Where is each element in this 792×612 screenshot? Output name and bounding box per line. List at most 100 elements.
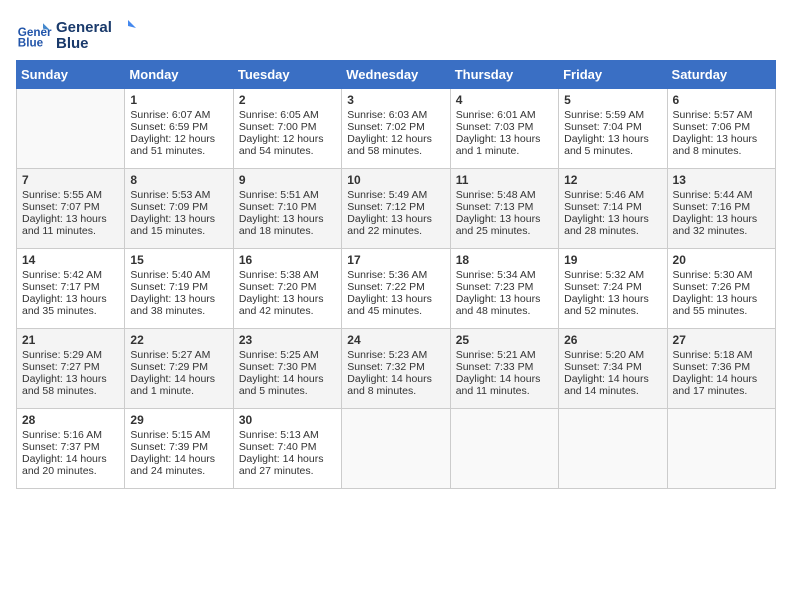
cell-info-line: and 11 minutes. [22,225,119,237]
day-number: 21 [22,333,119,347]
cell-info-line: Daylight: 14 hours [239,453,336,465]
cell-info-line: Sunrise: 5:36 AM [347,269,444,281]
cell-info-line: and 58 minutes. [22,385,119,397]
cell-info-line: and 42 minutes. [239,305,336,317]
cell-info-line: Daylight: 13 hours [673,213,770,225]
weekday-header: Friday [559,61,667,89]
day-number: 24 [347,333,444,347]
calendar-cell: 10Sunrise: 5:49 AMSunset: 7:12 PMDayligh… [342,169,450,249]
cell-info-line: Sunset: 7:14 PM [564,201,661,213]
calendar-cell: 17 Sunrise: 5:36 AMSunset: 7:22 PMDayligh… [342,249,450,329]
cell-info-line: Sunrise: 5:25 AM [239,349,336,361]
cell-info-line: and 54 minutes. [239,145,336,157]
cell-info-line: Daylight: 14 hours [564,373,661,385]
cell-info-line: Daylight: 13 hours [22,293,119,305]
cell-info-line: Sunset: 7:20 PM [239,281,336,293]
cell-info-line: Sunset: 7:03 PM [456,121,553,133]
day-number: 26 [564,333,661,347]
day-number: 23 [239,333,336,347]
cell-info-line: Sunrise: 5:51 AM [239,189,336,201]
cell-info-line: Sunset: 7:39 PM [130,441,227,453]
cell-info-line: Daylight: 13 hours [347,213,444,225]
cell-info-line: and 51 minutes. [130,145,227,157]
cell-info-line: Sunset: 7:19 PM [130,281,227,293]
cell-info-line: Sunrise: 6:03 AM [347,109,444,121]
cell-info-line: and 8 minutes. [347,385,444,397]
cell-info-line: and 48 minutes. [456,305,553,317]
calendar-cell [450,409,558,489]
day-number: 13 [673,173,770,187]
cell-info-line: Sunset: 7:36 PM [673,361,770,373]
cell-info-line: and 32 minutes. [673,225,770,237]
cell-info-line: Sunset: 7:07 PM [22,201,119,213]
cell-info-line: and 25 minutes. [456,225,553,237]
calendar-cell [17,89,125,169]
logo-icon: General Blue [16,16,52,52]
cell-info-line: and 1 minute. [130,385,227,397]
day-number: 17 [347,253,444,267]
cell-info-line: and 11 minutes. [456,385,553,397]
day-number: 15 [130,253,227,267]
cell-info-line: Daylight: 12 hours [347,133,444,145]
cell-info-line: Sunrise: 6:01 AM [456,109,553,121]
cell-info-line: and 27 minutes. [239,465,336,477]
calendar-cell: 22Sunrise: 5:27 AMSunset: 7:29 PMDayligh… [125,329,233,409]
cell-info-line: Daylight: 13 hours [564,133,661,145]
day-number: 20 [673,253,770,267]
cell-info-line: Daylight: 13 hours [456,293,553,305]
cell-info-line: Sunrise: 6:07 AM [130,109,227,121]
cell-info-line: Sunset: 7:37 PM [22,441,119,453]
cell-info-line: and 17 minutes. [673,385,770,397]
calendar-cell: 29Sunrise: 5:15 AMSunset: 7:39 PMDayligh… [125,409,233,489]
day-number: 19 [564,253,661,267]
weekday-header: Tuesday [233,61,341,89]
logo-text: General Blue [56,16,136,52]
cell-info-line: Sunset: 7:09 PM [130,201,227,213]
calendar-cell: 26Sunrise: 5:20 AMSunset: 7:34 PMDayligh… [559,329,667,409]
cell-info-line: Daylight: 14 hours [239,373,336,385]
cell-info-line: Sunset: 7:32 PM [347,361,444,373]
cell-info-line: Daylight: 13 hours [347,293,444,305]
cell-info-line: and 20 minutes. [22,465,119,477]
cell-info-line: Sunrise: 5:34 AM [456,269,553,281]
calendar-cell: 6 Sunrise: 5:57 AMSunset: 7:06 PMDaylight… [667,89,775,169]
calendar-cell: 25Sunrise: 5:21 AMSunset: 7:33 PMDayligh… [450,329,558,409]
calendar-cell: 14Sunrise: 5:42 AMSunset: 7:17 PMDayligh… [17,249,125,329]
cell-info-line: Daylight: 14 hours [347,373,444,385]
cell-info-line: Sunrise: 5:57 AM [673,109,770,121]
day-number: 6 [673,93,770,107]
calendar-cell: 24Sunrise: 5:23 AMSunset: 7:32 PMDayligh… [342,329,450,409]
cell-info-line: and 45 minutes. [347,305,444,317]
cell-info-line: Sunrise: 5:49 AM [347,189,444,201]
svg-text:Blue: Blue [56,35,89,52]
cell-info-line: Sunset: 7:16 PM [673,201,770,213]
cell-info-line: Sunset: 7:22 PM [347,281,444,293]
cell-info-line: Daylight: 13 hours [564,293,661,305]
page-header: General Blue General Blue [16,16,776,52]
calendar-cell: 4Sunrise: 6:01 AMSunset: 7:03 PMDaylight… [450,89,558,169]
cell-info-line: and 22 minutes. [347,225,444,237]
cell-info-line: Sunrise: 5:38 AM [239,269,336,281]
cell-info-line: Daylight: 13 hours [673,133,770,145]
cell-info-line: Sunset: 7:33 PM [456,361,553,373]
cell-info-line: Sunrise: 5:30 AM [673,269,770,281]
weekday-header: Saturday [667,61,775,89]
weekday-header: Sunday [17,61,125,89]
cell-info-line: Sunset: 7:06 PM [673,121,770,133]
cell-info-line: Sunset: 7:00 PM [239,121,336,133]
day-number: 28 [22,413,119,427]
cell-info-line: and 14 minutes. [564,385,661,397]
cell-info-line: Sunset: 7:10 PM [239,201,336,213]
day-number: 11 [456,173,553,187]
day-number: 10 [347,173,444,187]
cell-info-line: Sunrise: 5:53 AM [130,189,227,201]
cell-info-line: Sunrise: 5:15 AM [130,429,227,441]
cell-info-line: Sunrise: 6:05 AM [239,109,336,121]
cell-info-line: and 28 minutes. [564,225,661,237]
cell-info-line: Sunrise: 5:44 AM [673,189,770,201]
calendar-cell: 15Sunrise: 5:40 AMSunset: 7:19 PMDayligh… [125,249,233,329]
cell-info-line: Daylight: 13 hours [456,213,553,225]
weekday-header: Monday [125,61,233,89]
cell-info-line: Daylight: 13 hours [239,213,336,225]
cell-info-line: and 52 minutes. [564,305,661,317]
